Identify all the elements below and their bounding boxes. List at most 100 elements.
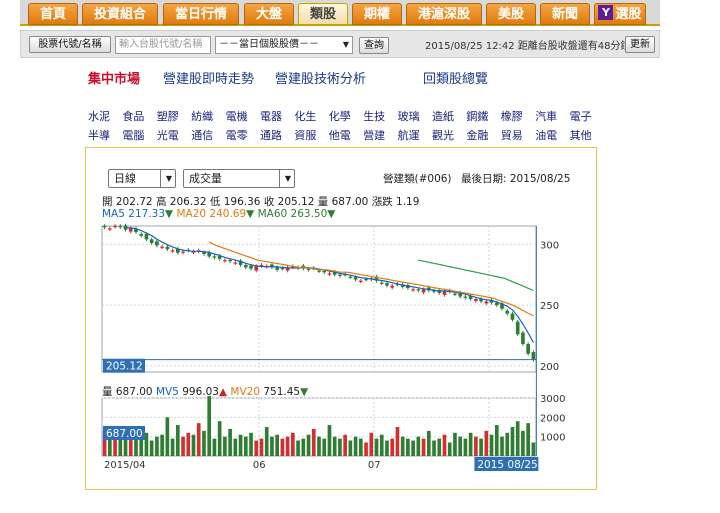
sector-link[interactable]: 玻璃 [398, 108, 420, 124]
subnav-sector-overview[interactable]: 回類股總覽 [423, 68, 488, 87]
price-volume-chart[interactable]: 2002503001000200030002015/04060708 205.1… [86, 148, 596, 489]
sector-link[interactable]: 電腦 [122, 127, 144, 143]
tab-portfolio[interactable]: 投資組合 [82, 3, 158, 25]
candle-body [348, 276, 353, 278]
sector-link[interactable]: 電子 [570, 108, 592, 124]
sector-link[interactable]: 電機 [226, 108, 248, 124]
candle-body [139, 234, 144, 236]
tab-stock-picker[interactable]: Y 選股 [594, 3, 646, 25]
volume-bar [447, 442, 452, 456]
volume-bar [233, 438, 238, 456]
sector-link[interactable]: 半導 [88, 127, 110, 143]
volume-bar [489, 434, 494, 456]
sector-link[interactable]: 食品 [122, 108, 144, 124]
chart-panel: 日線 ▼ 成交量 ▼ 營建類(#006) 最後日期: 2015/08/25 開 … [85, 147, 597, 490]
sector-link[interactable]: 貿易 [501, 127, 523, 143]
market-clock: 2015/08/25 12:42 距離台股收盤還有48分鐘 [425, 41, 631, 52]
volume-bar [311, 428, 316, 456]
tab-news[interactable]: 新聞 [540, 3, 590, 25]
tab-hk-china[interactable]: 港滬深股 [406, 3, 482, 25]
sector-link[interactable]: 電器 [260, 108, 282, 124]
candle-body [144, 234, 149, 240]
tab-daily-quotes[interactable]: 當日行情 [163, 3, 239, 25]
candle-body [181, 251, 185, 253]
candle-body [322, 271, 327, 273]
stock-search-input[interactable]: 輸入台股代號/名稱 [115, 36, 211, 54]
price-moving-averages [125, 227, 534, 343]
candle-body [453, 293, 457, 295]
volume-bar [322, 438, 327, 456]
candle-body [228, 260, 232, 262]
sector-link[interactable]: 化生 [294, 108, 316, 124]
sector-link[interactable]: 光電 [157, 127, 179, 143]
volume-bar [442, 434, 447, 456]
volume-bar [385, 440, 389, 456]
volume-bar [369, 432, 374, 456]
candle-body [165, 246, 170, 250]
volume-bar [426, 430, 431, 456]
candle-body [243, 264, 248, 268]
volume-bar [327, 425, 332, 456]
volume-bar [400, 436, 405, 456]
subnav-technical-analysis[interactable]: 營建股技術分析 [275, 68, 366, 87]
tab-futures-options[interactable]: 期權 [352, 3, 402, 25]
candle-body [275, 267, 279, 270]
candle-body [170, 250, 175, 252]
sector-link[interactable]: 化學 [329, 108, 351, 124]
sector-link[interactable]: 汽車 [535, 108, 557, 124]
query-button[interactable]: 查詢 [359, 37, 389, 54]
candle-body [416, 289, 421, 291]
sector-link[interactable]: 生技 [363, 108, 385, 124]
quote-type-select[interactable]: －－當日個股股價－－ ▼ [215, 36, 353, 54]
candle-body [223, 260, 227, 262]
volume-bar [338, 438, 342, 456]
sector-link[interactable]: 金融 [466, 127, 488, 143]
tab-us-stocks[interactable]: 美股 [486, 3, 536, 25]
tab-market[interactable]: 大盤 [244, 3, 294, 25]
subnav-centralized-market[interactable]: 集中市場 [88, 68, 140, 87]
sector-link[interactable]: 通信 [191, 127, 213, 143]
sector-link[interactable]: 橡膠 [501, 108, 523, 124]
tab-home[interactable]: 首頁 [28, 3, 78, 25]
candle-body [531, 352, 536, 360]
price-tick-label: 200 [540, 362, 559, 373]
tab-sectors[interactable]: 類股 [298, 3, 348, 25]
refresh-button[interactable]: 更新 [625, 36, 655, 53]
sector-link[interactable]: 通路 [260, 127, 282, 143]
volume-bar [468, 432, 473, 456]
sector-link[interactable]: 電零 [226, 127, 248, 143]
candle-body [390, 285, 395, 288]
sector-link[interactable]: 他電 [329, 127, 351, 143]
volume-bar [515, 421, 520, 456]
sector-link[interactable]: 水泥 [88, 108, 110, 124]
sector-link[interactable]: 航運 [398, 127, 420, 143]
volume-bar [181, 436, 185, 456]
volume-bar [458, 436, 463, 456]
candle-body [280, 268, 285, 270]
sector-link[interactable]: 油電 [535, 127, 557, 143]
volume-bar [500, 436, 504, 456]
sector-link[interactable]: 資服 [294, 127, 316, 143]
candle-body [510, 313, 515, 320]
subnav-realtime-trend[interactable]: 營建股即時走勢 [163, 68, 254, 87]
sector-link[interactable]: 其他 [570, 127, 592, 143]
candle-body [212, 256, 217, 258]
sector-link[interactable]: 造紙 [432, 108, 454, 124]
tab-stock-picker-label: 選股 [615, 7, 642, 22]
candle-body [421, 289, 426, 293]
sector-link[interactable]: 紡織 [191, 108, 213, 124]
date-badge: 2015 08/25 [477, 459, 537, 471]
candle-body [474, 299, 478, 301]
code-name-button[interactable]: 股票代號/名稱 [29, 36, 111, 53]
yahoo-logo-icon: Y [598, 5, 614, 20]
sector-link[interactable]: 塑膠 [157, 108, 179, 124]
sector-link[interactable]: 營建 [363, 127, 385, 143]
candle-body [411, 289, 415, 291]
candle-body [385, 283, 389, 286]
sector-link[interactable]: 鋼鐵 [466, 108, 488, 124]
volume-bar [332, 436, 337, 456]
volume-bar [505, 432, 510, 456]
price-tick-label: 300 [540, 240, 559, 251]
candle-body [317, 270, 321, 272]
sector-link[interactable]: 觀光 [432, 127, 454, 143]
